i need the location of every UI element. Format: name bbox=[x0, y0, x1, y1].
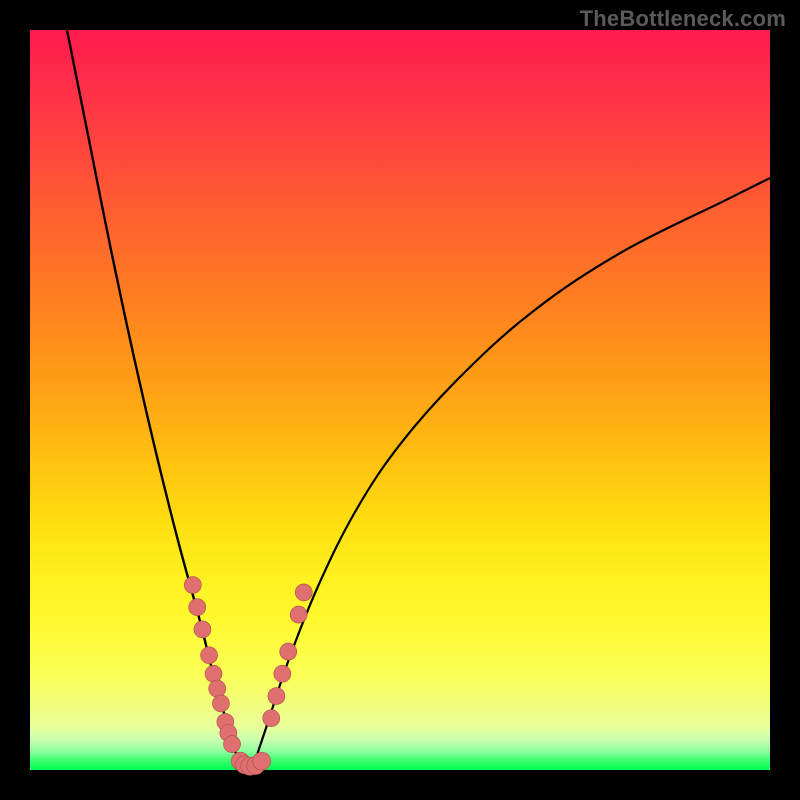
data-point bbox=[263, 710, 280, 727]
data-point bbox=[201, 647, 218, 664]
data-point bbox=[268, 688, 285, 705]
data-point bbox=[212, 695, 229, 712]
data-points bbox=[184, 577, 312, 776]
data-point bbox=[209, 680, 226, 697]
data-point bbox=[205, 665, 222, 682]
chart-container: TheBottleneck.com bbox=[0, 0, 800, 800]
right-branch-curve bbox=[252, 178, 770, 770]
data-point bbox=[253, 752, 271, 770]
data-point bbox=[189, 599, 206, 616]
data-point bbox=[184, 577, 201, 594]
chart-svg bbox=[30, 30, 770, 770]
watermark-text: TheBottleneck.com bbox=[580, 6, 786, 32]
data-point bbox=[290, 606, 307, 623]
data-point bbox=[224, 736, 241, 753]
data-point bbox=[194, 621, 211, 638]
data-point bbox=[295, 584, 312, 601]
data-point bbox=[280, 643, 297, 660]
data-point bbox=[274, 665, 291, 682]
